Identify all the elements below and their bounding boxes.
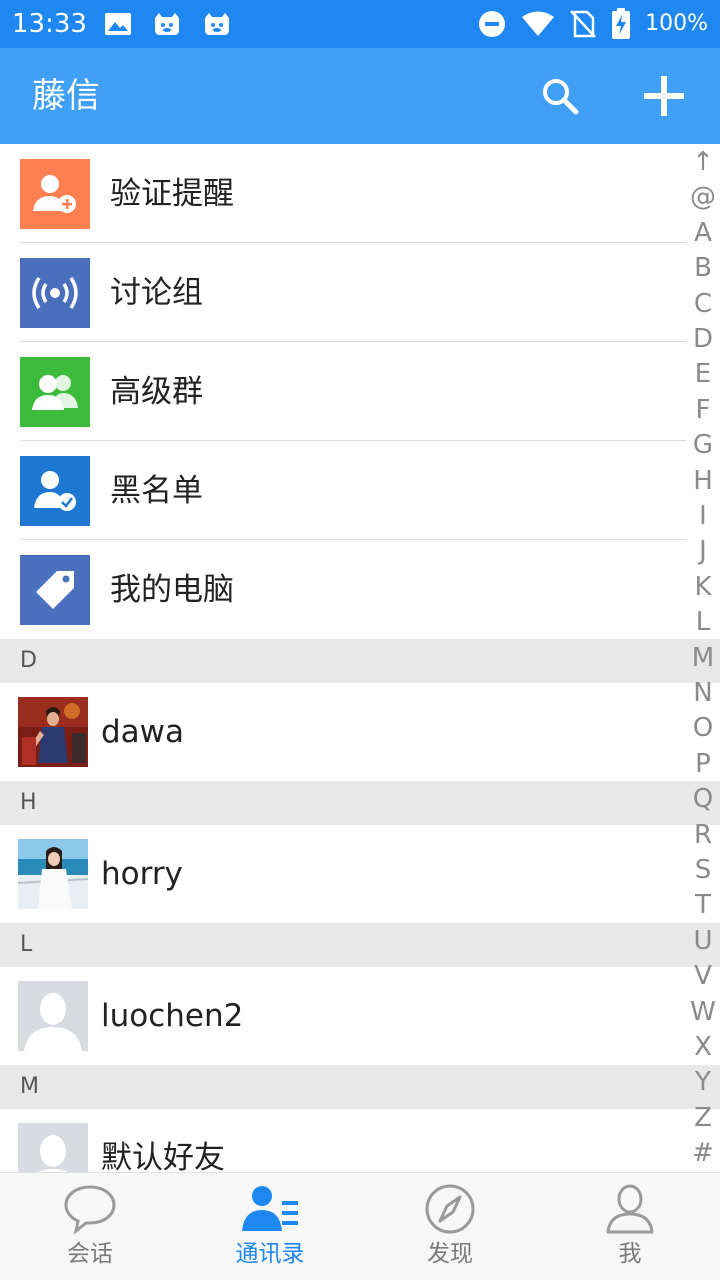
image-icon: [105, 13, 131, 35]
discussion-group-item[interactable]: 讨论组: [0, 243, 720, 342]
tab-me[interactable]: 我: [540, 1173, 720, 1280]
tab-label: 发现: [427, 1241, 473, 1267]
index-letter[interactable]: B: [686, 251, 720, 285]
index-letter[interactable]: F: [686, 393, 720, 427]
index-letter[interactable]: ↑: [686, 145, 720, 179]
plus-icon[interactable]: [640, 72, 688, 120]
index-letter[interactable]: O: [686, 711, 720, 745]
avatar: [18, 839, 88, 909]
sys-item-label: 验证提醒: [110, 176, 234, 212]
index-letter[interactable]: X: [686, 1030, 720, 1064]
battery-percentage: 100%: [645, 11, 708, 36]
contact-row[interactable]: dawa: [0, 683, 720, 781]
wifi-icon: [522, 11, 555, 36]
sys-item-label: 我的电脑: [110, 572, 234, 608]
default-avatar-icon: [18, 981, 88, 1051]
status-time: 13:33: [12, 9, 87, 39]
index-letter[interactable]: Q: [686, 782, 720, 816]
index-letter[interactable]: K: [686, 570, 720, 604]
contact-name: horry: [101, 856, 183, 892]
tab-discover[interactable]: 发现: [360, 1173, 540, 1280]
index-letter[interactable]: C: [686, 287, 720, 321]
section-header-m: M: [0, 1065, 720, 1109]
tab-chats[interactable]: 会话: [0, 1173, 180, 1280]
verification-reminder-item[interactable]: 验证提醒: [0, 144, 720, 243]
index-letter[interactable]: #: [686, 1136, 720, 1170]
blocked-user-icon: [20, 456, 90, 526]
index-letter[interactable]: G: [686, 428, 720, 462]
contact-name: luochen2: [101, 998, 244, 1034]
section-header-l: L: [0, 923, 720, 967]
sys-item-label: 黑名单: [110, 473, 203, 509]
index-letter[interactable]: Y: [686, 1065, 720, 1099]
bottom-navigation: 会话 通讯录 发现 我: [0, 1172, 720, 1280]
contact-row[interactable]: 默认好友: [0, 1109, 720, 1172]
index-letter[interactable]: W: [686, 995, 720, 1029]
tab-label: 通讯录: [235, 1241, 305, 1267]
status-system-icons: 100%: [477, 8, 708, 40]
index-letter[interactable]: I: [686, 499, 720, 533]
sys-item-label: 讨论组: [110, 275, 203, 311]
contact-name: dawa: [101, 714, 185, 750]
no-sim-icon: [570, 10, 597, 38]
tab-label: 会话: [67, 1241, 113, 1267]
index-letter[interactable]: S: [686, 853, 720, 887]
compass-icon: [425, 1184, 475, 1234]
search-icon[interactable]: [540, 76, 580, 116]
index-letter[interactable]: L: [686, 605, 720, 639]
tab-label: 我: [618, 1241, 642, 1267]
group-icon: [20, 357, 90, 427]
person-icon: [606, 1184, 654, 1234]
notification-app-icon: [205, 13, 229, 35]
section-header-h: H: [0, 781, 720, 825]
index-letter[interactable]: J: [686, 534, 720, 568]
add-contact-icon: [20, 159, 90, 229]
index-letter[interactable]: D: [686, 322, 720, 356]
index-letter[interactable]: E: [686, 357, 720, 391]
app-title: 藤信: [32, 76, 100, 116]
status-bar: 13:33 100%: [0, 0, 720, 48]
tag-icon: [20, 555, 90, 625]
contact-row[interactable]: luochen2: [0, 967, 720, 1065]
index-letter[interactable]: H: [686, 464, 720, 498]
alphabet-index-bar[interactable]: ↑ @ A B C D E F G H I J K L M N O P Q R S T U V W X Y Z #: [686, 144, 720, 1172]
advanced-group-item[interactable]: 高级群: [0, 342, 720, 441]
index-letter[interactable]: U: [686, 924, 720, 958]
battery-charging-icon: [612, 8, 631, 39]
blacklist-item[interactable]: 黑名单: [0, 441, 720, 540]
do-not-disturb-icon: [479, 11, 506, 37]
chat-bubble-icon: [64, 1185, 116, 1235]
status-notification-icons: [104, 10, 232, 38]
index-letter[interactable]: R: [686, 818, 720, 852]
tab-contacts[interactable]: 通讯录: [180, 1173, 360, 1280]
contacts-icon: [242, 1186, 298, 1231]
index-letter[interactable]: V: [686, 959, 720, 993]
contact-name: 默认好友: [101, 1140, 225, 1172]
index-letter[interactable]: T: [686, 888, 720, 922]
sys-item-label: 高级群: [110, 374, 203, 410]
index-letter[interactable]: Z: [686, 1101, 720, 1135]
notification-app-icon: [155, 13, 179, 35]
index-letter[interactable]: P: [686, 747, 720, 781]
avatar: [18, 697, 88, 767]
app-bar: 藤信: [0, 48, 720, 144]
contact-row[interactable]: horry: [0, 825, 720, 923]
default-avatar-icon: [18, 1123, 88, 1172]
section-header-d: D: [0, 639, 720, 683]
index-letter[interactable]: N: [686, 676, 720, 710]
my-computer-item[interactable]: 我的电脑: [0, 540, 720, 639]
index-letter[interactable]: @: [686, 180, 720, 214]
index-letter[interactable]: A: [686, 216, 720, 250]
broadcast-icon: [20, 258, 90, 328]
contacts-list[interactable]: 验证提醒 讨论组 高级群 黑名单 我的电脑 D dawa H horry L l…: [0, 144, 720, 1172]
index-letter[interactable]: M: [686, 641, 720, 675]
